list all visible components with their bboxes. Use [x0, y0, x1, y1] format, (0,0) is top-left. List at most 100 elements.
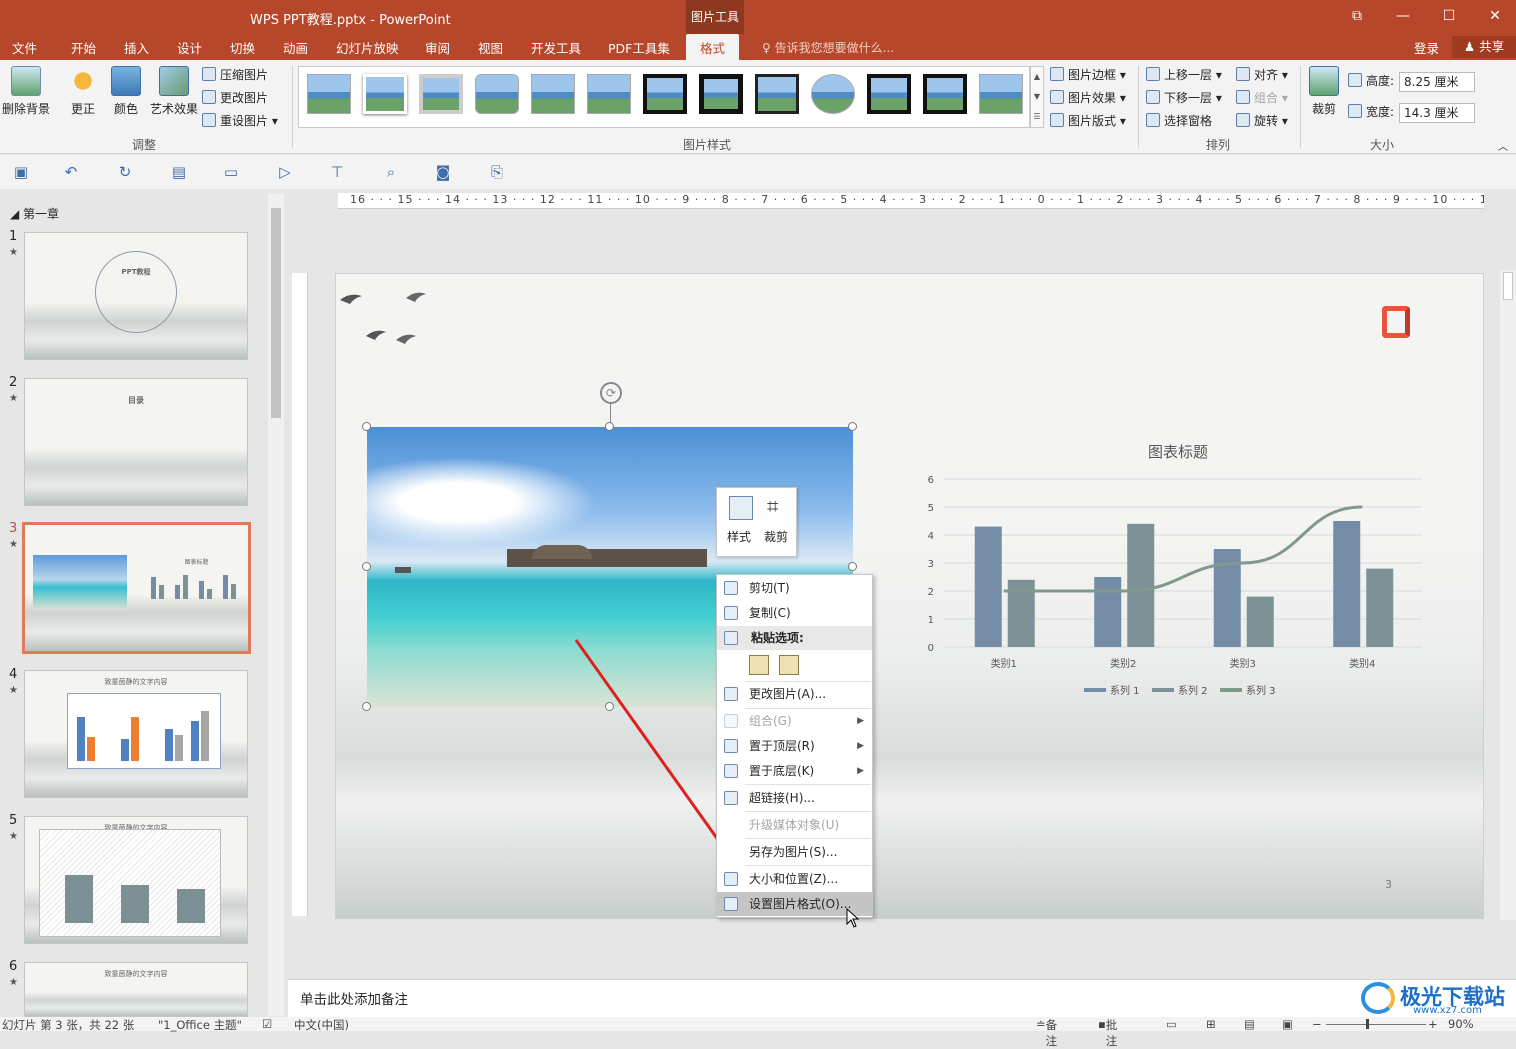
- reading-view-icon[interactable]: ▤: [1244, 1017, 1255, 1031]
- new-slide-icon[interactable]: ▤: [170, 163, 188, 181]
- width-input[interactable]: 14.3 厘米: [1399, 103, 1475, 123]
- slide-thumbnail[interactable]: 目录: [24, 378, 248, 506]
- style-thumb[interactable]: [755, 74, 799, 114]
- style-thumb[interactable]: [307, 74, 351, 114]
- menu-size-and-position[interactable]: 大小和位置(Z)...: [717, 867, 872, 891]
- compress-pictures-button[interactable]: 压缩图片: [202, 66, 268, 83]
- rotate-button[interactable]: 旋转 ▾: [1236, 112, 1288, 129]
- notes-pane[interactable]: 单击此处添加备注: [288, 979, 1516, 1017]
- color-button[interactable]: 颜色: [100, 66, 152, 117]
- zoom-slider[interactable]: [1326, 1024, 1426, 1025]
- export-icon[interactable]: ⎘: [488, 163, 506, 181]
- style-thumb[interactable]: [699, 74, 743, 114]
- style-thumb[interactable]: [979, 74, 1023, 114]
- ribbon-display-icon[interactable]: ⧉: [1334, 0, 1380, 34]
- gallery-scroll[interactable]: ▲ ▼ ☰: [1030, 66, 1044, 128]
- tab-insert[interactable]: 插入: [124, 38, 149, 57]
- tab-design[interactable]: 设计: [177, 38, 202, 57]
- zoom-in-icon[interactable]: +: [1428, 1017, 1438, 1031]
- style-thumb[interactable]: [531, 74, 575, 114]
- reset-picture-button[interactable]: 重设图片 ▾: [202, 112, 278, 129]
- tab-format[interactable]: 格式: [686, 34, 740, 60]
- tab-review[interactable]: 审阅: [425, 38, 450, 57]
- style-thumb[interactable]: [363, 74, 407, 114]
- paste-picture-icon[interactable]: [779, 655, 799, 675]
- crop-button[interactable]: 裁剪: [1302, 66, 1346, 117]
- comments-toggle[interactable]: ▪ 批注: [1098, 1017, 1117, 1048]
- slide-thumbnail[interactable]: 致童茵静的文字内容: [24, 670, 248, 798]
- tab-transitions[interactable]: 切换: [230, 38, 255, 57]
- spelling-icon[interactable]: ☑: [262, 1017, 272, 1031]
- style-thumb[interactable]: [419, 74, 463, 114]
- paste-keep-source-icon[interactable]: [749, 655, 769, 675]
- mini-crop-button[interactable]: 裁剪: [764, 528, 788, 545]
- tell-me-search[interactable]: ♀ 告诉我您想要做什么...: [762, 39, 894, 56]
- slide-thumbnail[interactable]: 致童茵静的文字内容: [24, 816, 248, 944]
- rotate-handle-icon[interactable]: ⟳: [600, 382, 622, 404]
- resize-handle[interactable]: [848, 422, 857, 431]
- style-thumb[interactable]: [811, 74, 855, 114]
- slideshow-view-icon[interactable]: ▣: [1282, 1017, 1293, 1031]
- group-button[interactable]: 组合 ▾: [1236, 89, 1288, 106]
- tab-animations[interactable]: 动画: [283, 38, 308, 57]
- slide-thumbnail-selected[interactable]: 图表标题: [22, 522, 251, 654]
- tab-home[interactable]: 开始: [71, 38, 96, 57]
- maximize-icon[interactable]: ☐: [1426, 0, 1472, 34]
- slide-thumbnail[interactable]: PPT教程: [24, 232, 248, 360]
- picture-styles-gallery[interactable]: [298, 66, 1030, 128]
- share-button[interactable]: ♟ 共享: [1452, 36, 1516, 58]
- slides-scrollbar[interactable]: [268, 194, 284, 1016]
- menu-group[interactable]: 组合(G) ▶: [717, 709, 872, 733]
- menu-upgrade-media[interactable]: 升级媒体对象(U): [717, 813, 872, 837]
- artistic-effects-button[interactable]: 艺术效果: [146, 66, 202, 117]
- resize-handle[interactable]: [362, 422, 371, 431]
- menu-hyperlink[interactable]: 超链接(H)...: [717, 786, 872, 810]
- bring-forward-button[interactable]: 上移一层 ▾: [1146, 66, 1222, 83]
- collapse-ribbon-icon[interactable]: ︿: [1498, 138, 1508, 153]
- resize-handle[interactable]: [362, 562, 371, 571]
- zoom-level[interactable]: 90%: [1448, 1017, 1474, 1031]
- picture-border-button[interactable]: 图片边框 ▾: [1050, 66, 1126, 83]
- present-icon[interactable]: ▷: [276, 163, 294, 181]
- menu-send-to-back[interactable]: 置于底层(K) ▶: [717, 759, 872, 783]
- zoom-slider-thumb[interactable]: [1366, 1019, 1369, 1029]
- canvas-scrollbar[interactable]: [1500, 270, 1516, 920]
- minimize-icon[interactable]: —: [1380, 0, 1426, 34]
- send-backward-button[interactable]: 下移一层 ▾: [1146, 89, 1222, 106]
- tab-view[interactable]: 视图: [478, 38, 503, 57]
- menu-copy[interactable]: 复制(C): [717, 601, 872, 625]
- menu-cut[interactable]: 剪切(T): [717, 576, 872, 600]
- save-icon[interactable]: ▣: [12, 163, 30, 181]
- preview-icon[interactable]: ⌕: [382, 163, 400, 181]
- layout-icon[interactable]: ▭: [222, 163, 240, 181]
- style-thumb[interactable]: [923, 74, 967, 114]
- resize-handle[interactable]: [848, 562, 857, 571]
- style-thumb[interactable]: [867, 74, 911, 114]
- presenter-icon[interactable]: ⊤: [328, 163, 346, 181]
- menu-bring-to-front[interactable]: 置于顶层(R) ▶: [717, 734, 872, 758]
- undo-icon[interactable]: ↶: [62, 163, 80, 181]
- remove-background-button[interactable]: 删除背景: [0, 66, 52, 117]
- picture-layout-button[interactable]: 图片版式 ▾: [1050, 112, 1126, 129]
- mini-style-button[interactable]: 样式: [727, 528, 751, 545]
- zoom-out-icon[interactable]: −: [1312, 1017, 1322, 1031]
- height-input[interactable]: 8.25 厘米: [1399, 72, 1475, 92]
- selection-pane-button[interactable]: 选择窗格: [1146, 112, 1212, 129]
- scrollbar-thumb[interactable]: [1503, 272, 1513, 300]
- bar-line-chart[interactable]: 图表标题 0 1 2 3 4 5 6 类别1 类别2 类别3 类别4 系列 1 系列 2 系列 3: [880, 433, 1440, 698]
- tab-slideshow[interactable]: 幻灯片放映: [336, 38, 399, 57]
- login-link[interactable]: 登录: [1414, 38, 1439, 57]
- menu-save-as-picture[interactable]: 另存为图片(S)...: [717, 840, 872, 864]
- normal-view-icon[interactable]: ▭: [1166, 1017, 1177, 1031]
- change-picture-button[interactable]: 更改图片: [202, 89, 268, 106]
- resize-handle[interactable]: [605, 422, 614, 431]
- menu-change-picture[interactable]: 更改图片(A)...: [717, 682, 872, 706]
- close-icon[interactable]: ✕: [1472, 0, 1516, 34]
- tab-pdf[interactable]: PDF工具集: [608, 38, 670, 57]
- scrollbar-thumb[interactable]: [271, 208, 281, 418]
- section-header[interactable]: ◢ 第一章: [10, 205, 59, 222]
- tab-developer[interactable]: 开发工具: [531, 38, 581, 57]
- redo-icon[interactable]: ↻: [116, 163, 134, 181]
- style-thumb[interactable]: [587, 74, 631, 114]
- align-button[interactable]: 对齐 ▾: [1236, 66, 1288, 83]
